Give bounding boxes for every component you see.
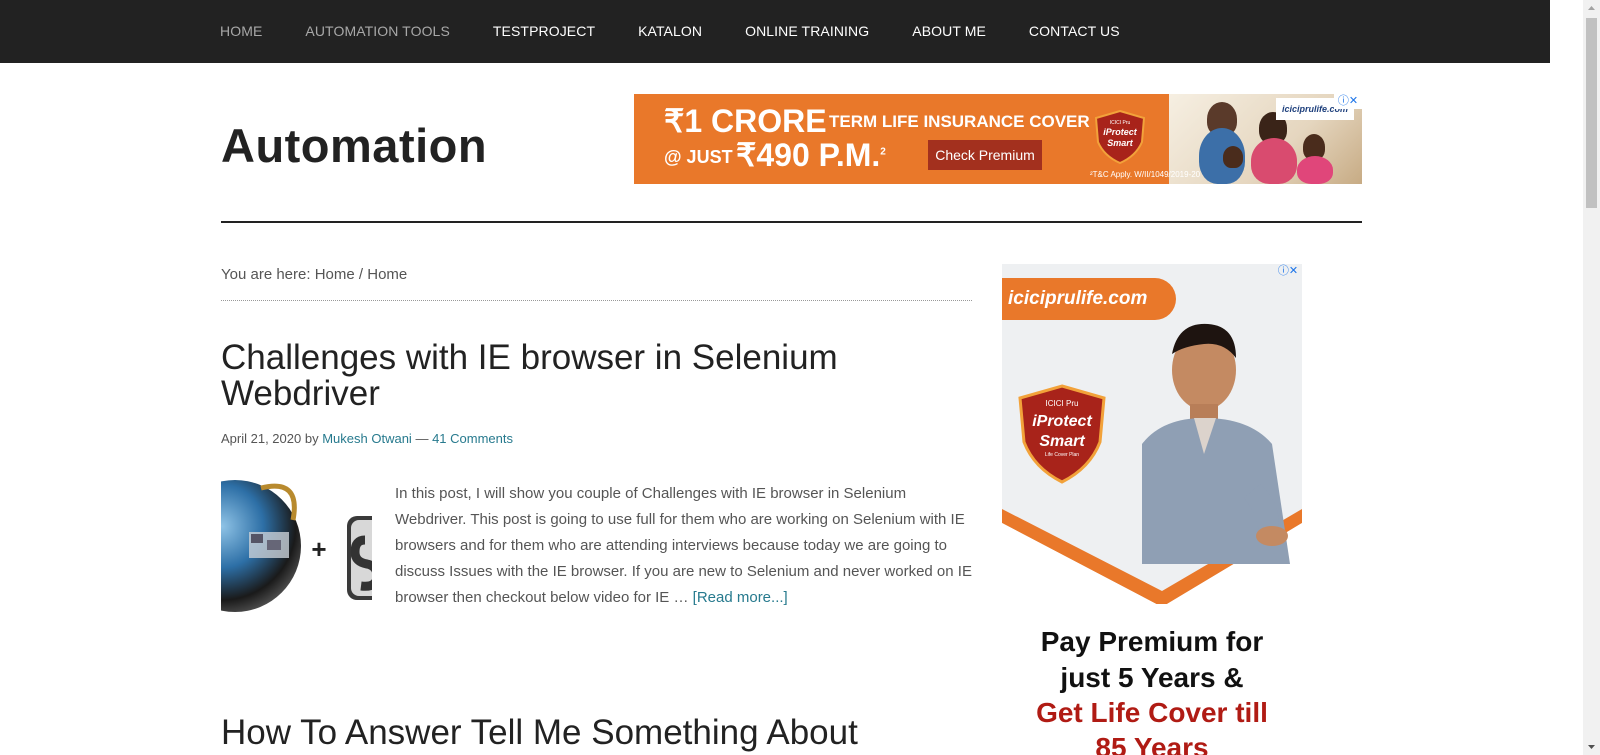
read-more-link[interactable]: [Read more...] [693,589,788,606]
ad-shield-top-text: ICICI Pru [1110,120,1131,126]
nav-item-online-training[interactable]: ONLINE TRAINING [745,0,869,63]
check-premium-button[interactable]: Check Premium [928,140,1042,170]
ad-info-icon[interactable]: ⓘ [1338,95,1349,107]
header-divider [221,221,1362,223]
breadcrumb: You are here: Home / Home [221,266,407,283]
breadcrumb-separator: / [358,266,364,283]
ad-price-value: ₹490 P.M. [736,137,881,173]
side-ad-line1: Pay Premium for [1040,626,1264,657]
post-author-link[interactable]: Mukesh Otwani [322,431,412,446]
nav-item-testproject[interactable]: TESTPROJECT [493,0,595,63]
banner-advertisement[interactable]: ₹1 CRORE TERM LIFE INSURANCE COVER @ JUS… [634,94,1362,184]
nav-menu: HOME AUTOMATION TOOLS TESTPROJECT KATALO… [220,0,1163,63]
ad-shield-line2: Smart [1107,138,1134,148]
nav-item-katalon[interactable]: KATALON [638,0,702,63]
second-post-title-link[interactable]: How To Answer Tell Me Something About [221,713,961,753]
thumbnail-plus-sign: + [311,534,326,564]
nav-item-home[interactable]: HOME [220,0,262,63]
ie-selenium-thumbnail-image: + [221,480,372,612]
post-thumbnail[interactable]: + [221,480,372,618]
side-ad-line2: just 5 Years & [1060,662,1244,693]
side-shield-line1: iProtect [1032,413,1092,430]
post-excerpt: In this post, I will show you couple of … [395,481,975,611]
side-ad-line4: 85 Years [1095,732,1209,755]
ad-price-text: ₹490 P.M.2 [736,136,886,174]
ad-price-sup: 2 [880,146,886,158]
sidebar-advertisement[interactable]: iciciprulife.com ICICI Pru iProtect Smar… [1002,264,1302,755]
side-ad-choices-controls: ⓘ✕ [1274,264,1302,279]
side-shield-top-text: ICICI Pru [1046,399,1079,408]
side-ad-line3: Get Life Cover till [1036,697,1268,728]
ad-choices-controls: ⓘ✕ [1334,94,1362,109]
post-title-link[interactable]: Challenges with IE browser in Selenium W… [221,340,961,412]
side-shield-line2: Smart [1039,433,1085,450]
top-navigation: HOME AUTOMATION TOOLS TESTPROJECT KATALO… [0,0,1550,63]
side-ad-close-icon[interactable]: ✕ [1289,265,1298,277]
breadcrumb-current: Home [367,266,408,283]
ad-close-icon[interactable]: ✕ [1349,95,1358,107]
page-scrollbar[interactable] [1583,0,1600,755]
ad-at-just-text: @ JUST [664,147,733,167]
iprotect-smart-shield-logo: ICICI Pru iProtect Smart [1094,110,1146,164]
side-ad-info-icon[interactable]: ⓘ [1278,265,1289,277]
side-shield-sub: Life Cover Plan [1045,452,1079,458]
scroll-down-arrow-icon[interactable] [1583,738,1600,755]
nav-item-about-me[interactable]: ABOUT ME [912,0,986,63]
scroll-up-arrow-icon[interactable] [1583,0,1600,17]
breadcrumb-prefix: You are here: [221,266,311,283]
site-title[interactable]: Automation [221,118,487,173]
ad-tc-text: ²T&C Apply. W/II/1049/2019-20 [1090,170,1201,179]
breadcrumb-divider [221,300,972,301]
nav-item-contact-us[interactable]: CONTACT US [1029,0,1120,63]
ad-shield-line1: iProtect [1103,127,1138,137]
meta-separator: — [415,431,429,446]
scrollbar-thumb[interactable] [1586,18,1597,208]
nav-item-automation-tools[interactable]: AUTOMATION TOOLS [305,0,449,63]
side-ad-man-photo [1142,323,1290,564]
post-meta: April 21, 2020 by Mukesh Otwani — 41 Com… [221,431,513,446]
breadcrumb-home-link[interactable]: Home [315,266,355,283]
post-date: April 21, 2020 [221,431,302,446]
post-comments-link[interactable]: 41 Comments [432,431,513,446]
side-ad-iprotect-shield-logo: ICICI Pru iProtect Smart Life Cover Plan [1018,384,1106,484]
ad-crore-text: ₹1 CRORE [664,103,827,139]
post-by: by [304,431,319,446]
post-excerpt-text: In this post, I will show you couple of … [395,485,972,606]
ad-term-text: TERM LIFE INSURANCE COVER [829,112,1090,131]
